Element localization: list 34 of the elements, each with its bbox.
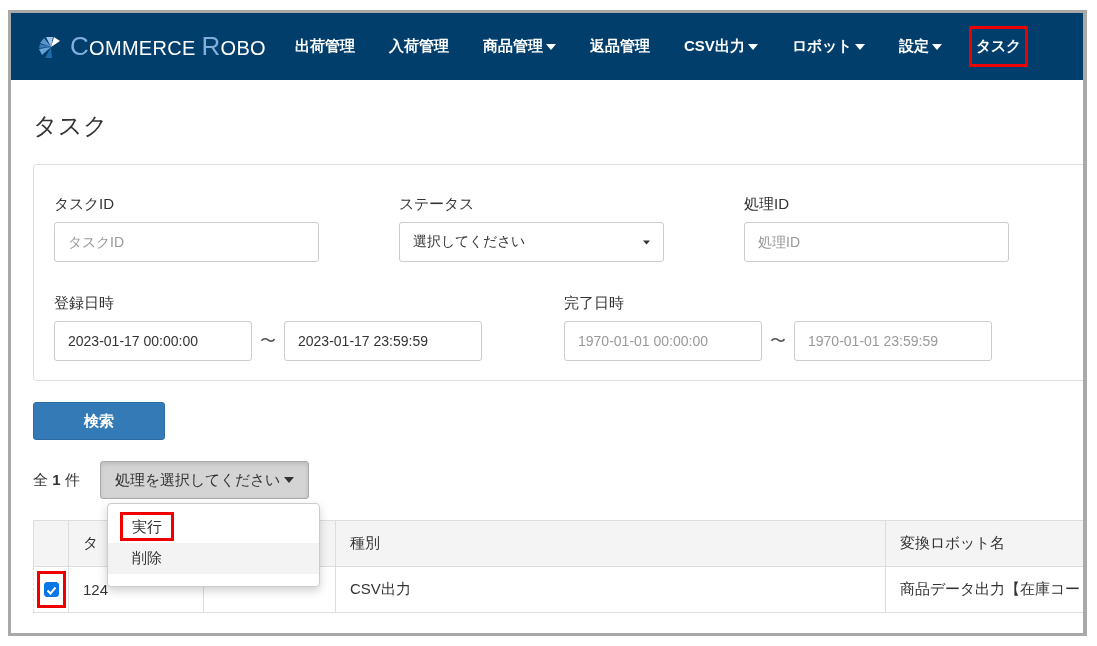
date-field[interactable]: 1970-01-01 00:00:00 [564, 321, 762, 361]
row-checkbox[interactable] [43, 582, 59, 597]
range-separator: 〜 [770, 330, 786, 351]
menu-option[interactable]: 削除 [108, 543, 319, 574]
field-label: 登録日時 [54, 294, 115, 313]
nav-menu-item[interactable]: 出荷管理 [287, 26, 362, 67]
text-field[interactable]: 処理ID [744, 222, 1009, 262]
caret-icon [643, 239, 650, 245]
field-label: 完了日時 [564, 294, 625, 313]
field-label: タスクID [54, 195, 115, 214]
nav-menu-item[interactable]: 入荷管理 [381, 26, 456, 67]
logo-text[interactable]: COMMERCE ROBO [70, 31, 266, 62]
search-button[interactable]: 検索 [33, 402, 165, 440]
nav-menu-item[interactable]: タスク [968, 26, 1028, 67]
date-field[interactable]: 2023-01-17 00:00:00 [54, 321, 252, 361]
action-dropdown[interactable]: 処理を選択してください [99, 461, 309, 499]
status-select[interactable]: 選択してください [399, 222, 664, 262]
result-count: 全 1 件 [33, 470, 80, 490]
column-header: 変換ロボット名 [885, 520, 1083, 567]
nav-menu-item[interactable]: ロボット [784, 26, 872, 67]
column-header: 種別 [335, 520, 886, 567]
nav-menu-item[interactable]: 返品管理 [582, 26, 657, 67]
nav-menu-item[interactable]: 設定 [891, 26, 949, 67]
field-label: 処理ID [744, 195, 790, 214]
nav-menu-item[interactable]: CSV出力 [676, 26, 765, 67]
field-label: ステータス [399, 195, 475, 214]
text-field[interactable]: タスクID [54, 222, 319, 262]
date-field[interactable]: 1970-01-01 23:59:59 [794, 321, 992, 361]
range-separator: 〜 [260, 330, 276, 351]
table-cell: CSV出力 [335, 566, 886, 613]
caret-icon [283, 477, 294, 483]
nav-menu-item[interactable]: 商品管理 [475, 26, 563, 67]
page-title: タスク [33, 111, 109, 141]
date-field[interactable]: 2023-01-17 23:59:59 [284, 321, 482, 361]
